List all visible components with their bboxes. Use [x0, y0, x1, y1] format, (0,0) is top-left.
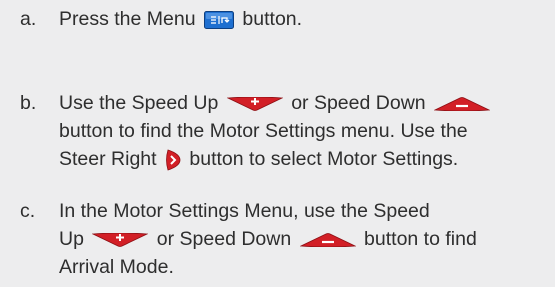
step-text: or Speed Down: [156, 228, 292, 250]
step-line: Steer Right button to select Motor Setti…: [59, 148, 458, 171]
step-text: Arrival Mode.: [59, 256, 174, 278]
step-text: or Speed Down: [291, 92, 426, 114]
step-line: Up or Speed Down button to find: [59, 228, 477, 250]
step-text: button to find the Motor Settings menu. …: [59, 120, 468, 142]
step-text: Steer Right: [59, 148, 157, 170]
instruction-page: { "steps": [ { "letter": "a.", "lines": …: [0, 0, 555, 287]
menu-button-icon: [204, 10, 234, 29]
step-text: Up: [59, 228, 84, 250]
speed-down-button-icon: [299, 232, 356, 247]
step-text: button to find: [364, 228, 477, 250]
step-text: button.: [242, 8, 303, 30]
step-letter: c.: [20, 200, 36, 222]
step-text: Use the Speed Up: [59, 92, 219, 114]
step-text: Press the Menu: [59, 8, 196, 30]
step-text: In the Motor Settings Menu, use the Spee…: [59, 200, 430, 222]
step-line: Arrival Mode.: [59, 256, 174, 278]
step-letter: b.: [20, 92, 37, 114]
speed-up-button-icon: [226, 96, 283, 111]
step-line: In the Motor Settings Menu, use the Spee…: [59, 200, 430, 222]
steer-right-button-icon: [165, 149, 181, 171]
speed-up-button-icon: [92, 232, 149, 247]
step-line: Press the Menu button.: [59, 8, 302, 30]
step-line: button to find the Motor Settings menu. …: [59, 120, 468, 142]
step-letter: a.: [20, 8, 37, 30]
step-line: Use the Speed Up or Speed Down: [59, 92, 493, 114]
step-text: button to select Motor Settings.: [189, 148, 459, 170]
speed-down-button-icon: [434, 96, 491, 111]
